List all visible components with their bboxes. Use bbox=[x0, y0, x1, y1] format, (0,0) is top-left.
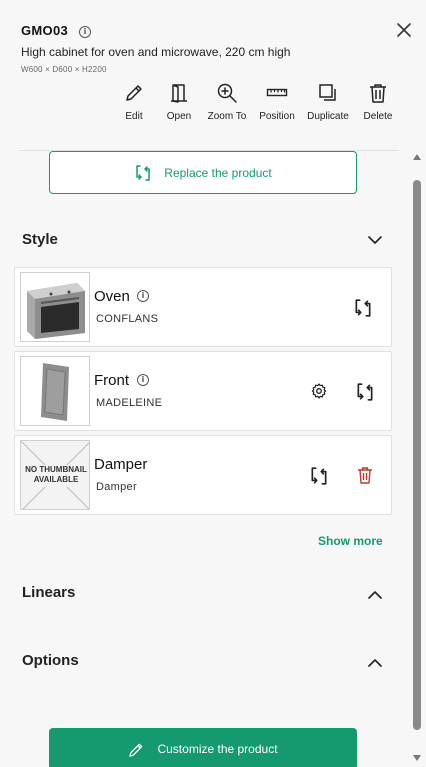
linears-section-title[interactable]: Linears bbox=[22, 584, 75, 601]
open-label: Open bbox=[166, 111, 192, 122]
scroll-up-arrow-icon[interactable] bbox=[413, 154, 421, 160]
show-more-link[interactable]: Show more bbox=[318, 534, 383, 548]
position-button[interactable]: Position bbox=[250, 80, 304, 122]
options-section-title[interactable]: Options bbox=[22, 652, 79, 669]
product-title: GMO03 bbox=[21, 23, 69, 38]
info-icon[interactable]: i bbox=[79, 26, 91, 38]
oven-image bbox=[21, 273, 89, 341]
style-item-front[interactable]: Front i MADELEINE bbox=[14, 351, 392, 431]
info-icon[interactable]: i bbox=[137, 290, 149, 302]
scrollbar-thumb[interactable] bbox=[413, 180, 421, 730]
front-panel-image bbox=[21, 357, 89, 425]
delete-button[interactable]: Delete bbox=[352, 80, 404, 122]
scroll-down-arrow-icon[interactable] bbox=[413, 755, 421, 761]
zoom-to-button[interactable]: Zoom To bbox=[204, 80, 250, 122]
edit-label: Edit bbox=[125, 111, 143, 122]
replace-icon[interactable] bbox=[355, 382, 375, 402]
no-thumbnail-text: NO THUMBNAIL AVAILABLE bbox=[25, 465, 87, 484]
replace-icon[interactable] bbox=[309, 466, 329, 486]
position-label: Position bbox=[259, 111, 295, 122]
chevron-up-icon[interactable] bbox=[367, 655, 383, 671]
customize-product-button[interactable]: Customize the product bbox=[49, 728, 357, 767]
product-subtitle: High cabinet for oven and microwave, 220… bbox=[21, 45, 291, 59]
duplicate-button[interactable]: Duplicate bbox=[304, 80, 352, 122]
zoom-to-label: Zoom To bbox=[207, 111, 247, 122]
replace-product-button[interactable]: Replace the product bbox=[49, 151, 357, 194]
chevron-up-icon[interactable] bbox=[367, 587, 383, 603]
style-item-variant: CONFLANS bbox=[96, 313, 159, 325]
ruler-icon bbox=[266, 88, 288, 97]
trash-icon[interactable] bbox=[355, 465, 375, 485]
replace-icon[interactable] bbox=[353, 298, 373, 318]
pencil-icon bbox=[129, 743, 143, 757]
gear-icon[interactable] bbox=[310, 382, 328, 400]
pencil-icon bbox=[126, 85, 142, 101]
style-item-name: Oven bbox=[94, 288, 130, 305]
delete-label: Delete bbox=[363, 111, 393, 122]
style-section-title[interactable]: Style bbox=[22, 231, 58, 248]
product-header: GMO03 i High cabinet for oven and microw… bbox=[0, 0, 426, 150]
front-thumbnail bbox=[20, 356, 90, 426]
style-item-damper[interactable]: NO THUMBNAIL AVAILABLE Damper Damper bbox=[14, 435, 392, 515]
door-open-icon bbox=[171, 84, 187, 103]
style-item-variant: MADELEINE bbox=[96, 397, 163, 409]
replace-product-label: Replace the product bbox=[164, 165, 272, 180]
style-item-name: Front bbox=[94, 372, 130, 389]
zoom-in-icon bbox=[217, 83, 237, 103]
close-icon[interactable] bbox=[396, 22, 412, 38]
product-toolbar: Edit Open Zoom To Position Duplicate Del… bbox=[114, 80, 404, 122]
customize-product-label: Customize the product bbox=[157, 742, 278, 756]
trash-icon bbox=[370, 84, 386, 103]
replace-icon bbox=[136, 164, 151, 181]
style-item-variant: Damper bbox=[96, 481, 137, 493]
edit-button[interactable]: Edit bbox=[114, 80, 154, 122]
duplicate-icon bbox=[319, 84, 336, 101]
style-item-oven[interactable]: Oven i CONFLANS bbox=[14, 267, 392, 347]
product-dimensions: W600 × D600 × H2200 bbox=[21, 65, 107, 74]
duplicate-label: Duplicate bbox=[307, 111, 349, 122]
open-button[interactable]: Open bbox=[154, 80, 204, 122]
chevron-down-icon[interactable] bbox=[367, 232, 383, 248]
oven-thumbnail bbox=[20, 272, 90, 342]
info-icon[interactable]: i bbox=[137, 374, 149, 386]
no-thumbnail-placeholder: NO THUMBNAIL AVAILABLE bbox=[20, 440, 90, 510]
style-item-name: Damper bbox=[94, 456, 148, 473]
